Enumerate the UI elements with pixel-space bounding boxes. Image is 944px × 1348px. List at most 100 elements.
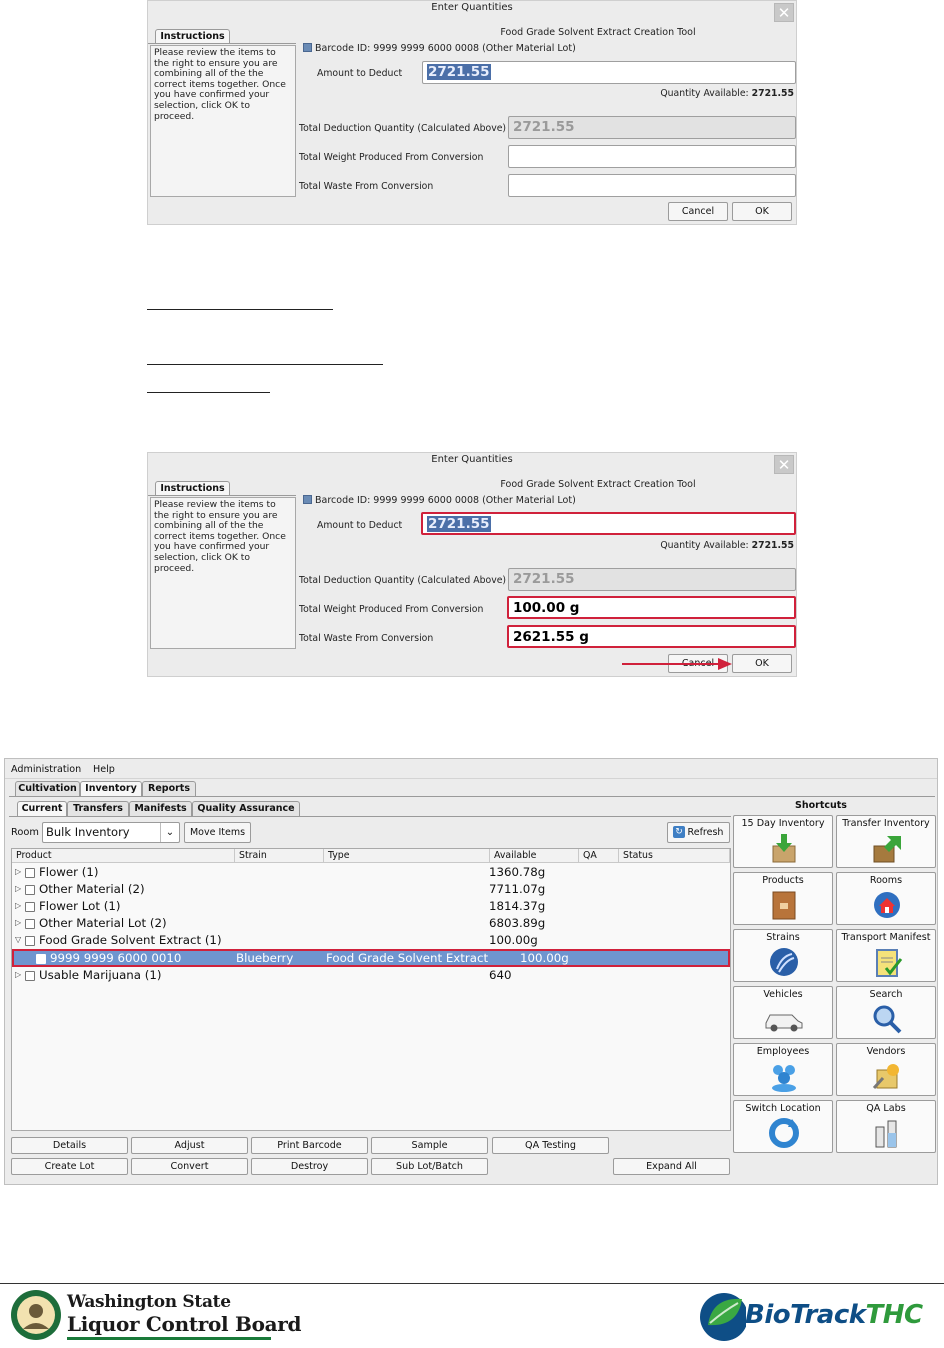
expand-icon[interactable]: ▷ (15, 970, 21, 979)
tab-quality-assurance[interactable]: Quality Assurance (192, 801, 300, 816)
waste-input[interactable] (508, 174, 796, 197)
row-available: 1814.37g (489, 899, 546, 913)
convert-button[interactable]: Convert (131, 1158, 248, 1175)
cancel-button[interactable]: Cancel (668, 202, 728, 221)
shortcut-15-day-inventory[interactable]: 15 Day Inventory (733, 815, 833, 868)
table-row[interactable]: ▷ Usable Marijuana (1) 640 (12, 967, 730, 984)
tab-current[interactable]: Current (17, 801, 67, 816)
row-checkbox[interactable] (36, 954, 46, 964)
row-checkbox[interactable] (25, 919, 35, 929)
qa-testing-button[interactable]: QA Testing (492, 1137, 609, 1154)
menu-administration[interactable]: Administration (11, 764, 81, 775)
box-transfer-icon (873, 836, 901, 863)
expand-icon[interactable]: ▷ (15, 901, 21, 910)
shortcut-products[interactable]: Products (733, 872, 833, 925)
shortcut-employees[interactable]: Employees (733, 1043, 833, 1096)
row-product: Other Material (2) (39, 882, 145, 896)
shortcut-strains[interactable]: Strains (733, 929, 833, 982)
tab-reports[interactable]: Reports (142, 781, 196, 796)
shortcut-label: Strains (766, 932, 800, 943)
washington-seal-logo (11, 1290, 61, 1340)
row-checkbox[interactable] (25, 902, 35, 912)
checkbox-icon[interactable] (303, 495, 312, 504)
checkbox-icon[interactable] (303, 43, 312, 52)
tab-divider (148, 43, 296, 44)
weight-input[interactable] (508, 145, 796, 168)
close-icon[interactable]: ✕ (774, 455, 794, 474)
row-checkbox[interactable] (25, 971, 35, 981)
instructions-tab[interactable]: Instructions (155, 481, 230, 496)
col-strain[interactable]: Strain (235, 849, 324, 863)
table-row[interactable]: ▷ Other Material (2) 7711.07g (12, 881, 730, 898)
shortcut-vehicles[interactable]: Vehicles (733, 986, 833, 1039)
col-product[interactable]: Product (12, 849, 235, 863)
destroy-button[interactable]: Destroy (251, 1158, 368, 1175)
table-row[interactable]: ▷ Other Material Lot (2) 6803.89g (12, 915, 730, 932)
row-checkbox[interactable] (25, 868, 35, 878)
col-qa[interactable]: QA (579, 849, 619, 863)
row-product: Usable Marijuana (1) (39, 968, 162, 982)
details-button[interactable]: Details (11, 1137, 128, 1154)
expand-icon[interactable]: ▷ (15, 884, 21, 893)
col-status[interactable]: Status (619, 849, 730, 863)
shortcut-vendors[interactable]: Vendors (836, 1043, 936, 1096)
table-row[interactable]: ▽ Food Grade Solvent Extract (1) 100.00g (12, 932, 730, 949)
row-checkbox[interactable] (25, 885, 35, 895)
expand-icon[interactable]: ▷ (15, 867, 21, 876)
row-product: Food Grade Solvent Extract (1) (39, 933, 222, 947)
refresh-button[interactable]: ↻ Refresh (667, 822, 730, 843)
barcode-label: Barcode ID: 9999 9999 6000 0008 (Other M… (315, 43, 576, 54)
expand-icon[interactable]: ▷ (15, 918, 21, 927)
shortcut-label: Transport Manifest (841, 932, 931, 943)
tab-inventory[interactable]: Inventory (80, 781, 142, 796)
shortcut-qa-labs[interactable]: QA Labs (836, 1100, 936, 1153)
barcode-id: Barcode ID: 9999 9999 6000 0008 (Other M… (303, 495, 576, 506)
shortcut-search[interactable]: Search (836, 986, 936, 1039)
table-row[interactable]: ▷ Flower (1) 1360.78g (12, 864, 730, 881)
amount-input[interactable]: 2721.55 (422, 61, 796, 84)
ok-button[interactable]: OK (732, 654, 792, 673)
dialog-title: Enter Quantities (431, 454, 513, 465)
tab-manifests[interactable]: Manifests (129, 801, 192, 816)
ok-button[interactable]: OK (732, 202, 792, 221)
waste-input[interactable]: 2621.55 g (507, 625, 796, 648)
expand-all-button[interactable]: Expand All (613, 1158, 730, 1175)
products-icon (772, 891, 796, 920)
quantity-available: Quantity Available: 2721.55 (660, 540, 794, 551)
weight-input[interactable]: 100.00 g (507, 596, 796, 619)
menu-bar: Administration Help (5, 759, 937, 779)
close-icon[interactable]: ✕ (774, 3, 794, 22)
tab-cultivation[interactable]: Cultivation (15, 781, 80, 796)
shortcut-rooms[interactable]: Rooms (836, 872, 936, 925)
room-select[interactable]: Bulk Inventory ⌄ (42, 822, 180, 843)
dialog-title: Enter Quantities (431, 2, 513, 13)
shortcut-transfer-inventory[interactable]: Transfer Inventory (836, 815, 936, 868)
shortcut-switch-location[interactable]: Switch Location (733, 1100, 833, 1153)
col-type[interactable]: Type (324, 849, 490, 863)
total-deduct-field: 2721.55 (508, 568, 796, 591)
refresh-icon: ↻ (673, 826, 685, 838)
underline-3 (147, 392, 270, 393)
enter-quantities-dialog-1: Enter Quantities ✕ Food Grade Solvent Ex… (147, 0, 797, 225)
sample-button[interactable]: Sample (371, 1137, 488, 1154)
shortcut-label: Vendors (866, 1046, 906, 1057)
enter-quantities-dialog-2: Enter Quantities ✕ Food Grade Solvent Ex… (147, 452, 797, 677)
adjust-button[interactable]: Adjust (131, 1137, 248, 1154)
instructions-tab[interactable]: Instructions (155, 29, 230, 44)
sub-lot-batch-button[interactable]: Sub Lot/Batch (371, 1158, 488, 1175)
print-barcode-button[interactable]: Print Barcode (251, 1137, 368, 1154)
table-row[interactable]: ▷ Flower Lot (1) 1814.37g (12, 898, 730, 915)
box-down-icon (772, 834, 796, 863)
tab-transfers[interactable]: Transfers (67, 801, 129, 816)
move-items-button[interactable]: Move Items (184, 822, 251, 843)
chevron-down-icon[interactable]: ⌄ (160, 823, 179, 842)
collapse-icon[interactable]: ▽ (15, 935, 21, 944)
shortcut-transport-manifest[interactable]: Transport Manifest (836, 929, 936, 982)
subtab-divider (9, 816, 731, 817)
row-checkbox[interactable] (25, 936, 35, 946)
menu-help[interactable]: Help (93, 764, 115, 775)
col-available[interactable]: Available (490, 849, 579, 863)
amount-input[interactable]: 2721.55 (421, 512, 796, 535)
create-lot-button[interactable]: Create Lot (11, 1158, 128, 1175)
table-row-selected[interactable]: 9999 9999 6000 0010 Blueberry Food Grade… (12, 949, 730, 967)
